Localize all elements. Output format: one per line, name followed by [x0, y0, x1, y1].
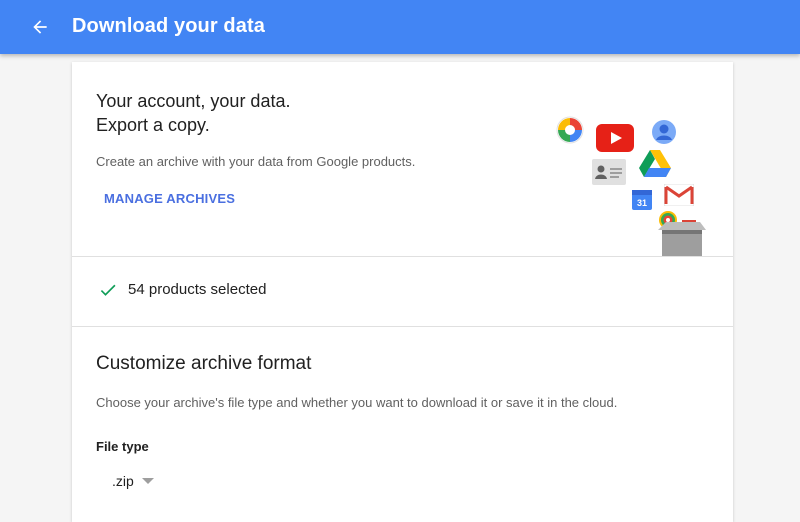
file-type-value: .zip: [112, 473, 134, 489]
page-title: Download your data: [72, 15, 265, 37]
contacts-icon: [592, 159, 626, 185]
manage-archives-link[interactable]: MANAGE ARCHIVES: [104, 191, 235, 206]
customize-title: Customize archive format: [96, 353, 312, 374]
export-card: Your account, your data. Export a copy. …: [72, 62, 733, 522]
youtube-icon: [596, 124, 634, 152]
svg-text:31: 31: [637, 198, 647, 208]
hero-title: Your account, your data. Export a copy.: [96, 89, 290, 137]
photos-icon: [556, 116, 584, 144]
calendar-icon: 31: [632, 190, 652, 210]
check-icon: [100, 284, 116, 296]
products-selected-text: 54 products selected: [128, 281, 267, 298]
customize-description: Choose your archive's file type and whet…: [96, 395, 618, 410]
hero-section: Your account, your data. Export a copy. …: [72, 62, 733, 256]
account-icon: [652, 120, 676, 144]
gmail-icon: [664, 184, 694, 206]
file-type-select[interactable]: .zip: [112, 470, 172, 492]
back-button[interactable]: [26, 13, 54, 41]
box-icon: [658, 220, 706, 256]
hero-title-line-1: Your account, your data.: [96, 91, 291, 111]
hero-description: Create an archive with your data from Go…: [96, 154, 416, 169]
arrow-back-icon: [33, 20, 47, 34]
dropdown-arrow-icon: [141, 478, 154, 484]
divider: [72, 326, 733, 327]
app-header: Download your data: [0, 0, 800, 54]
file-type-label: File type: [96, 439, 149, 454]
products-selected-row[interactable]: 54 products selected: [72, 257, 733, 326]
hero-title-line-2: Export a copy.: [96, 115, 210, 135]
drive-icon: [639, 150, 671, 177]
